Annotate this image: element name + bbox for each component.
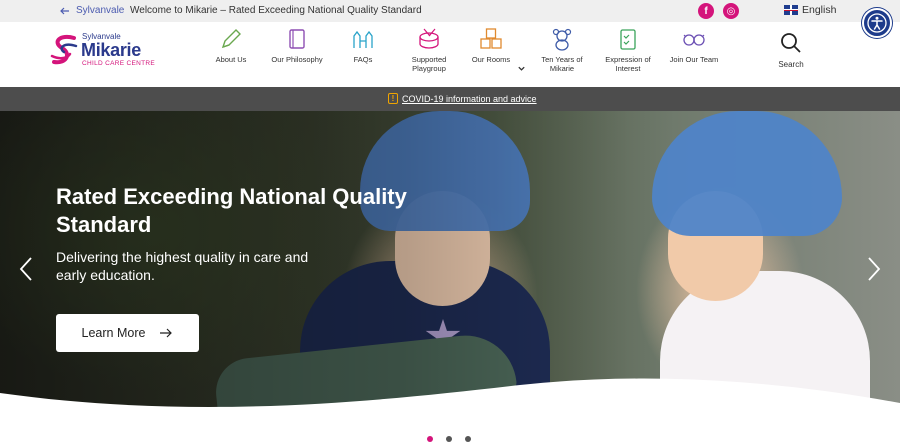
hero-wave-divider bbox=[0, 378, 900, 411]
nav-our-rooms[interactable]: Our Rooms bbox=[458, 26, 525, 71]
site-logo[interactable]: Sylvanvale Mikarie CHILD CARE CENTRE bbox=[50, 30, 160, 80]
hero-carousel: Rated Exceeding National Quality Standar… bbox=[0, 111, 900, 411]
facebook-icon[interactable]: f bbox=[698, 3, 714, 19]
top-bar: Sylvanvale Welcome to Mikarie – Rated Ex… bbox=[0, 0, 900, 22]
language-selector[interactable]: English bbox=[784, 4, 836, 16]
carousel-next-icon[interactable] bbox=[866, 256, 882, 282]
nav-label: About Us bbox=[215, 55, 247, 64]
arrow-right-icon bbox=[160, 328, 173, 338]
search-label: Search bbox=[778, 60, 804, 69]
learn-more-label: Learn More bbox=[81, 326, 146, 340]
glasses-icon bbox=[683, 34, 705, 46]
hero-title: Rated Exceeding National Quality Standar… bbox=[56, 184, 407, 237]
uk-flag-icon bbox=[784, 5, 798, 15]
sylvanvale-label: Sylvanvale bbox=[76, 5, 125, 16]
accessibility-button[interactable] bbox=[862, 8, 892, 38]
carousel-dot[interactable] bbox=[465, 436, 471, 442]
search-icon bbox=[781, 33, 801, 53]
pencil-icon bbox=[221, 29, 241, 49]
nav-label: Expression of Interest bbox=[605, 55, 651, 73]
nav-label: Our Philosophy bbox=[271, 55, 323, 64]
nav-supported-playgroup[interactable]: Supported Playgroup bbox=[396, 26, 462, 73]
arrow-left-icon bbox=[60, 7, 69, 14]
logo-mark-icon bbox=[50, 35, 78, 65]
warning-icon: ! bbox=[388, 93, 398, 104]
instagram-icon[interactable]: ◎ bbox=[723, 3, 739, 19]
carousel-dot[interactable] bbox=[427, 436, 433, 442]
chevron-down-icon[interactable] bbox=[517, 64, 526, 73]
welcome-message: Welcome to Mikarie – Rated Exceeding Nat… bbox=[130, 5, 422, 16]
book-icon bbox=[289, 29, 305, 49]
nav-ten-years[interactable]: Ten Years of Mikarie bbox=[529, 26, 595, 73]
carousel-pagination bbox=[427, 436, 471, 442]
nav-join-our-team[interactable]: Join Our Team bbox=[661, 26, 727, 64]
nav-label: Ten Years of Mikarie bbox=[541, 55, 583, 73]
covid-notice-bar: ! COVID-19 information and advice bbox=[0, 87, 900, 111]
nav-label: FAQs bbox=[353, 55, 373, 64]
search-button[interactable]: Search bbox=[771, 32, 811, 69]
drum-icon bbox=[419, 28, 439, 49]
checklist-icon bbox=[620, 29, 636, 50]
nav-label: Our Rooms bbox=[471, 55, 511, 64]
accessibility-icon bbox=[867, 13, 887, 33]
nav-label: Supported Playgroup bbox=[411, 55, 447, 73]
nav-faqs[interactable]: FAQs bbox=[330, 26, 396, 64]
carousel-prev-icon[interactable] bbox=[18, 256, 34, 282]
covid-info-link[interactable]: COVID-19 information and advice bbox=[402, 94, 537, 104]
logo-text-tagline: CHILD CARE CENTRE bbox=[82, 60, 155, 67]
nav-expression-of-interest[interactable]: Expression of Interest bbox=[595, 26, 661, 73]
site-header: Sylvanvale Mikarie CHILD CARE CENTRE Abo… bbox=[0, 22, 900, 87]
language-label: English bbox=[802, 4, 837, 16]
blocks-icon bbox=[480, 28, 502, 49]
nav-our-philosophy[interactable]: Our Philosophy bbox=[264, 26, 330, 64]
castle-icon bbox=[353, 30, 373, 48]
carousel-dot[interactable] bbox=[446, 436, 452, 442]
nav-label: Join Our Team bbox=[669, 55, 719, 64]
learn-more-button[interactable]: Learn More bbox=[56, 314, 199, 352]
sylvanvale-link[interactable]: Sylvanvale bbox=[60, 5, 124, 16]
nav-about-us[interactable]: About Us bbox=[198, 26, 264, 64]
teddy-bear-icon bbox=[552, 28, 572, 51]
logo-text-mikarie: Mikarie bbox=[81, 40, 141, 60]
hero-subtitle: Delivering the highest quality in care a… bbox=[56, 249, 309, 283]
